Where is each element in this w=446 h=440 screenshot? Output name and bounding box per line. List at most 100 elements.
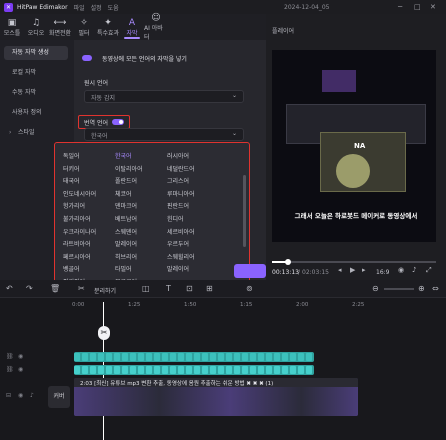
timeline-ruler[interactable]: 0:00 1:25 1:50 1:15 2:00 2:25	[72, 302, 446, 312]
nav-local-subtitle[interactable]: 로컬 자막	[4, 66, 68, 80]
eye-icon[interactable]: ◉	[18, 353, 23, 360]
subtitle-segment[interactable]	[130, 353, 136, 361]
subtitle-segment[interactable]	[258, 353, 264, 361]
subtitle-segment[interactable]	[74, 366, 80, 374]
subtitle-segment[interactable]	[90, 353, 96, 361]
subtitle-segment[interactable]	[282, 366, 288, 374]
subtitle-segment[interactable]	[226, 366, 232, 374]
toolbar-subtitle[interactable]: A 자막	[120, 14, 144, 40]
subtitle-segment[interactable]	[162, 366, 168, 374]
mute-icon[interactable]: ♪	[30, 392, 34, 399]
subtitle-segment[interactable]	[194, 366, 200, 374]
subtitle-segment[interactable]	[154, 353, 160, 361]
language-option[interactable]: 히브리어	[115, 252, 137, 261]
subtitle-segment[interactable]	[202, 353, 208, 361]
subtitle-segment[interactable]	[114, 366, 120, 374]
language-option[interactable]: 이탈리아어	[115, 164, 143, 173]
nav-auto-subtitle[interactable]: 자동 자막 생성	[4, 46, 68, 60]
subtitle-segment[interactable]	[194, 353, 200, 361]
fullscreen-icon[interactable]: ⤢	[426, 266, 432, 275]
language-option[interactable]: 힌디어	[167, 214, 184, 223]
language-option[interactable]: 그리스어	[167, 176, 189, 185]
menu-file[interactable]: 파일	[74, 3, 85, 12]
subtitle-segment[interactable]	[82, 366, 88, 374]
subtitle-segment[interactable]	[242, 353, 248, 361]
generate-button[interactable]	[234, 264, 266, 278]
language-option[interactable]: 핀란드어	[167, 201, 189, 210]
link-icon[interactable]: ⛓	[6, 366, 14, 373]
subtitle-segment[interactable]	[234, 366, 240, 374]
aspect-ratio[interactable]: 16:9	[376, 269, 389, 276]
language-option[interactable]: 베트남어	[115, 214, 137, 223]
subtitle-segment[interactable]	[250, 353, 256, 361]
menu-help[interactable]: 도움	[108, 3, 119, 12]
subtitle-segment[interactable]	[274, 353, 280, 361]
language-option[interactable]: 우르두어	[167, 239, 189, 248]
play-icon[interactable]: ▶	[350, 266, 355, 274]
next-frame-icon[interactable]: ▸	[362, 266, 366, 274]
zoom-in-icon[interactable]: ⊕	[418, 284, 425, 293]
redo-icon[interactable]: ↷	[26, 284, 33, 293]
undo-icon[interactable]: ↶	[6, 284, 13, 293]
subtitle-segment[interactable]	[138, 366, 144, 374]
fit-icon[interactable]: ⇔	[432, 284, 439, 293]
subtitle-segment[interactable]	[210, 366, 216, 374]
language-option[interactable]: 터키어	[63, 164, 80, 173]
subtitle-segment[interactable]	[210, 353, 216, 361]
target-language-toggle[interactable]	[112, 119, 124, 125]
all-language-toggle[interactable]	[82, 55, 92, 61]
language-option[interactable]: 타밀어	[115, 264, 132, 273]
playhead-scissors-icon[interactable]: ✂	[98, 326, 110, 340]
subtitle-segment[interactable]	[306, 353, 312, 361]
language-option[interactable]: 체코어	[115, 189, 132, 198]
language-option[interactable]: 독일어	[63, 151, 80, 160]
language-option[interactable]: 한국어	[115, 151, 132, 160]
language-option[interactable]: 라트비아어	[63, 239, 91, 248]
language-option[interactable]: 인도네시아어	[63, 189, 96, 198]
split-label[interactable]: 분리하기	[94, 286, 116, 295]
subtitle-segment[interactable]	[122, 366, 128, 374]
translated-subtitle-clip-strip[interactable]	[74, 365, 314, 375]
link-icon[interactable]: ⛓	[6, 353, 14, 360]
subtitle-segment[interactable]	[298, 366, 304, 374]
language-option[interactable]: 페르시아어	[63, 252, 91, 261]
subtitle-segment[interactable]	[186, 353, 192, 361]
toolbar-ai-avatar[interactable]: ☺ AI 아바터	[144, 13, 168, 41]
subtitle-segment[interactable]	[154, 366, 160, 374]
snapshot-icon[interactable]: ◉	[398, 266, 404, 274]
subtitle-segment[interactable]	[290, 366, 296, 374]
language-option[interactable]: 덴마크어	[115, 201, 137, 210]
subtitle-segment[interactable]	[218, 366, 224, 374]
language-option[interactable]: 태국어	[63, 176, 80, 185]
language-option[interactable]: 헝가리어	[63, 201, 85, 210]
subtitle-segment[interactable]	[106, 353, 112, 361]
dropdown-scrollbar[interactable]	[243, 175, 246, 247]
subtitle-segment[interactable]	[202, 366, 208, 374]
eye-icon[interactable]: ◉	[18, 392, 23, 399]
marker-icon[interactable]: ◫	[142, 284, 150, 293]
playback-progress-track[interactable]	[272, 259, 436, 265]
subtitle-segment[interactable]	[98, 353, 104, 361]
language-option[interactable]: 말레이어	[167, 264, 189, 273]
split-icon[interactable]: ✂	[78, 284, 85, 293]
subtitle-segment[interactable]	[266, 353, 272, 361]
subtitle-segment[interactable]	[178, 366, 184, 374]
subtitle-segment[interactable]	[234, 353, 240, 361]
toolbar-audio[interactable]: ♫ 오디오	[24, 14, 48, 40]
subtitle-clip-strip[interactable]	[74, 352, 314, 362]
close-icon[interactable]: ✕	[430, 3, 436, 11]
subtitle-segment[interactable]	[218, 353, 224, 361]
subtitle-segment[interactable]	[290, 353, 296, 361]
nav-style[interactable]: › 스타일	[4, 126, 68, 140]
subtitle-segment[interactable]	[170, 353, 176, 361]
cover-button[interactable]: 커버	[48, 386, 70, 408]
language-option[interactable]: 우크라이나어	[63, 227, 96, 236]
video-clip[interactable]: 2:03 [최신] 유튜브 mp3 변환 추출, 동영상에 음원 추출하는 쉬운…	[74, 378, 358, 416]
subtitle-segment[interactable]	[306, 366, 312, 374]
subtitle-segment[interactable]	[266, 366, 272, 374]
eye-icon[interactable]: ◉	[18, 366, 23, 373]
subtitle-segment[interactable]	[98, 366, 104, 374]
maximize-icon[interactable]: □	[414, 3, 421, 11]
subtitle-segment[interactable]	[122, 353, 128, 361]
volume-icon[interactable]: ♪	[412, 266, 416, 274]
